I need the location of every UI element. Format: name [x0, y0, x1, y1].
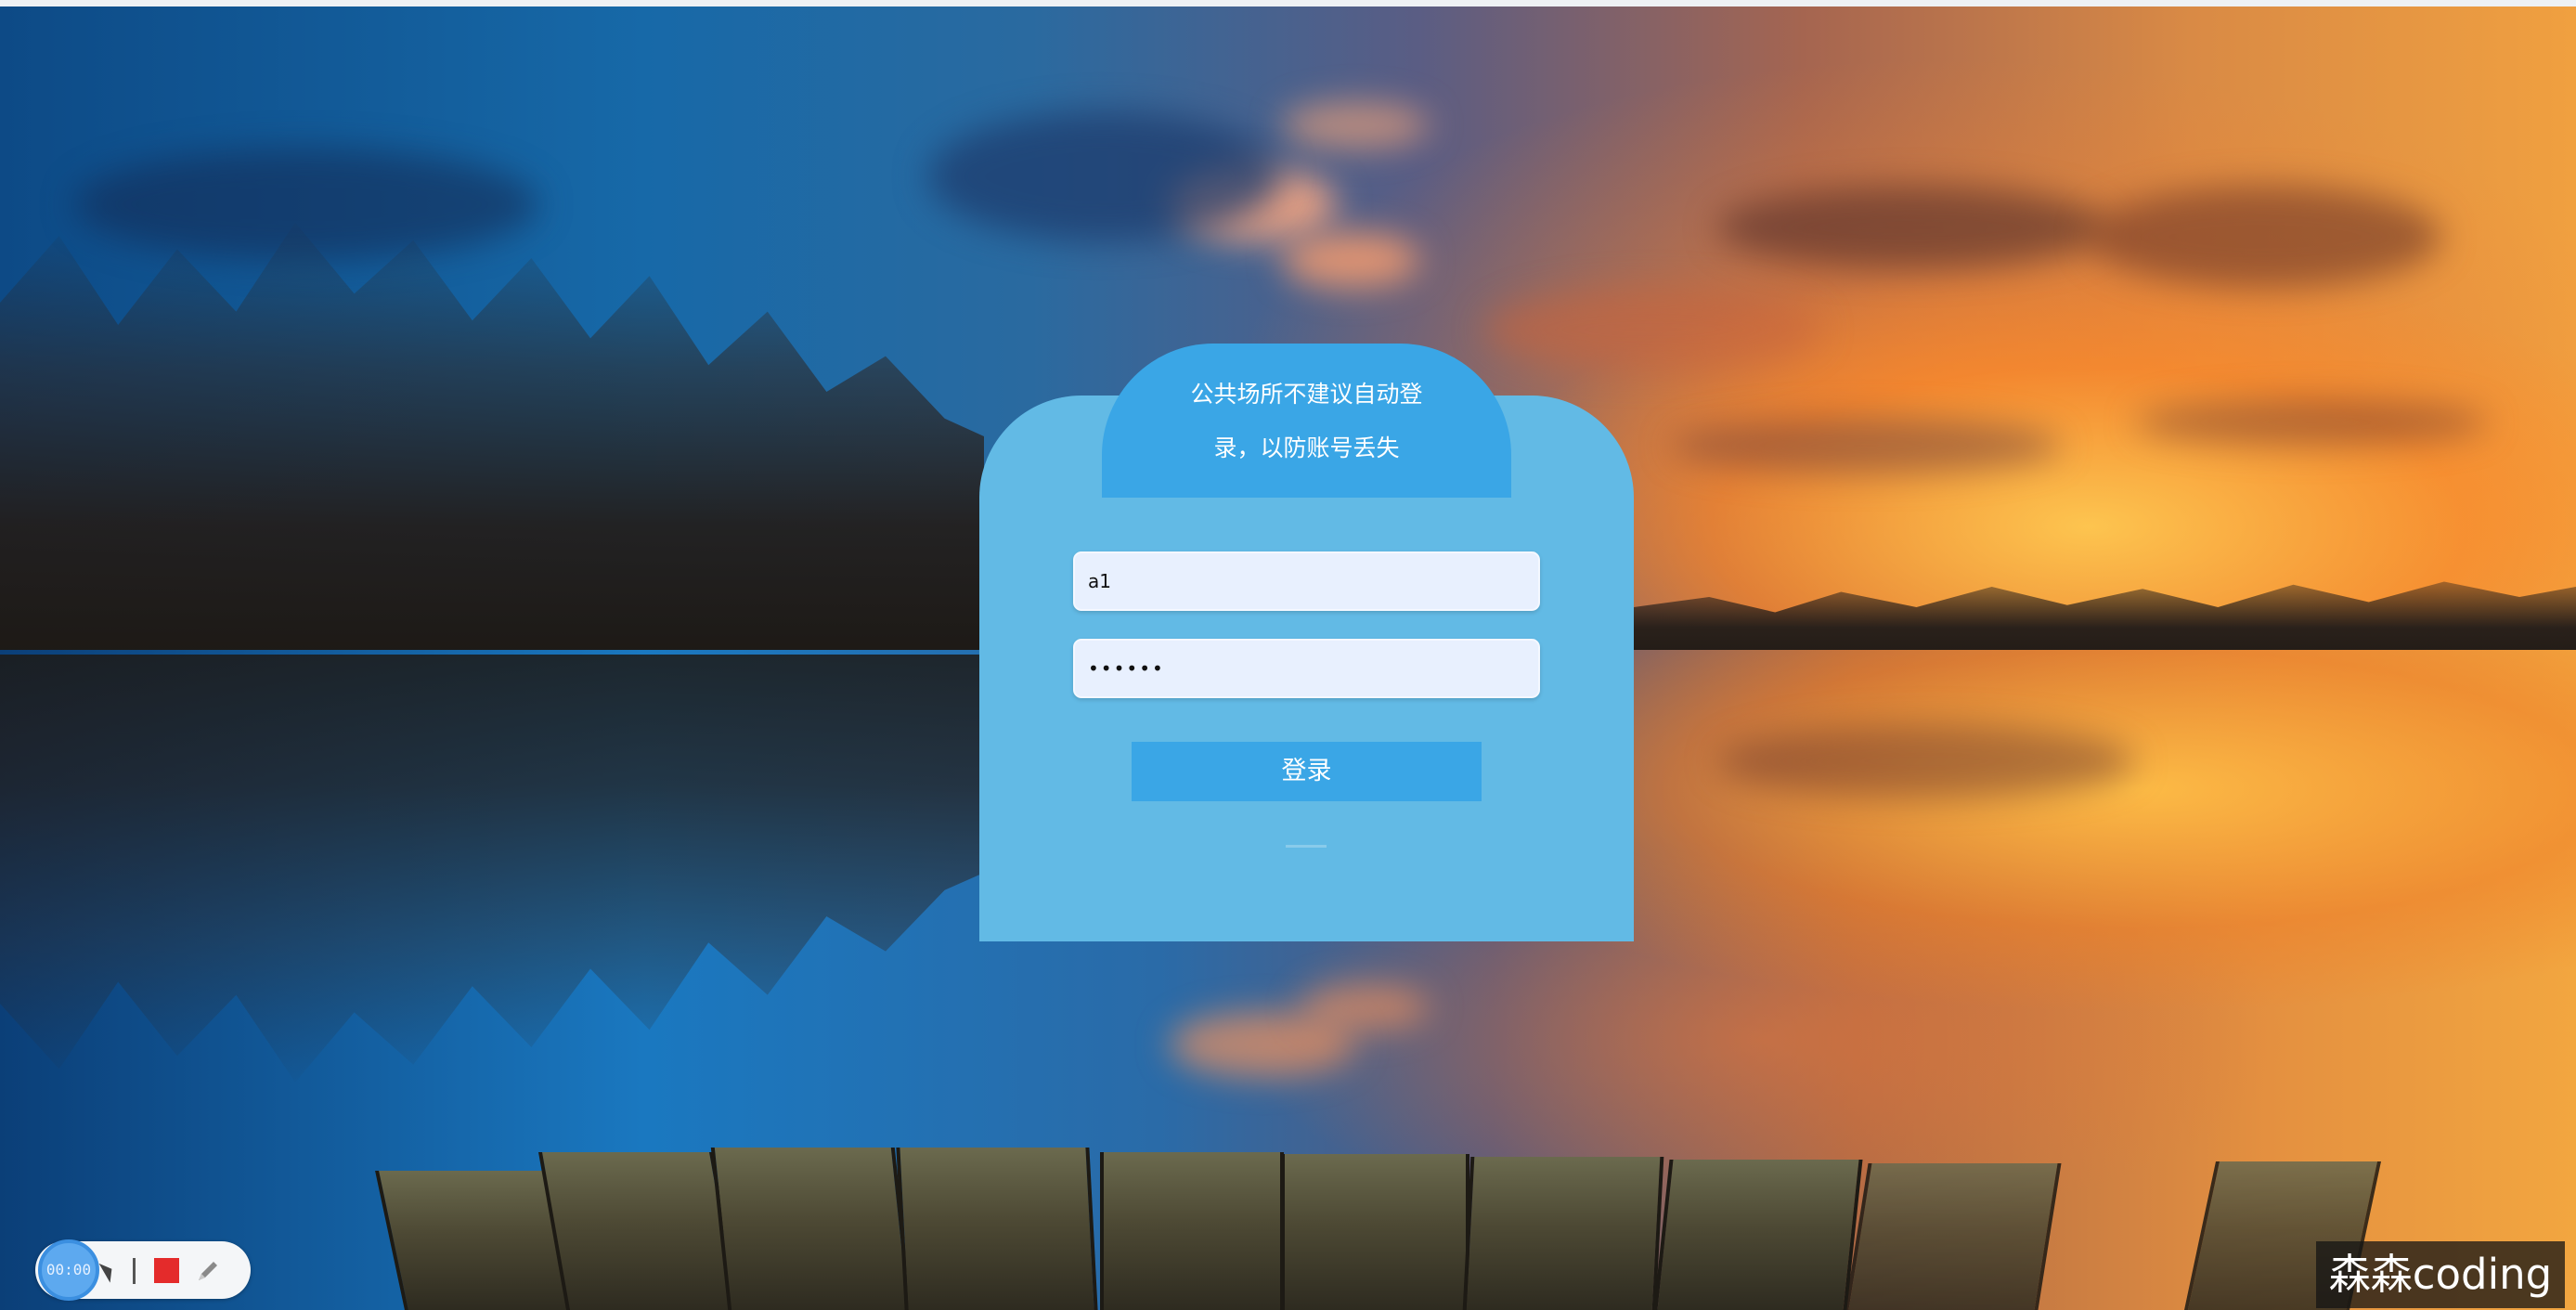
dock-plank [538, 1152, 741, 1310]
cursor-icon [98, 1259, 118, 1283]
login-tip-line-2: 录，以防账号丢失 [1213, 435, 1400, 461]
dock-plank [710, 1148, 913, 1310]
dock-plank [1281, 1154, 1469, 1310]
dock-plank [896, 1148, 1098, 1310]
login-tip-line-1: 公共场所不建议自动登 [1190, 381, 1423, 408]
cloud [1485, 288, 1819, 371]
cloud [2135, 399, 2488, 446]
password-input[interactable]: •••••• [1073, 639, 1540, 698]
wooden-dock [353, 1142, 2506, 1310]
cloud [1281, 102, 1430, 149]
screen-recorder-toolbar: 00:00 [35, 1239, 251, 1301]
dock-plank [1100, 1152, 1284, 1310]
login-button[interactable]: 登录 [1132, 742, 1482, 801]
cloud [1281, 232, 1420, 288]
cloud [1717, 186, 2107, 269]
dock-plank [1845, 1163, 2062, 1310]
dock-plank [1653, 1160, 1863, 1310]
cloud [1671, 418, 2061, 473]
dock-plank [1462, 1157, 1664, 1310]
faint-divider [1286, 845, 1327, 848]
pause-icon[interactable] [133, 1258, 136, 1284]
reflection-glow [1717, 724, 2135, 798]
recording-timer[interactable]: 00:00 [38, 1239, 99, 1301]
cloud [928, 111, 1281, 241]
cloud [2089, 186, 2441, 288]
username-input[interactable]: a1 [1073, 551, 1540, 611]
reflection-glow [1300, 984, 1430, 1031]
login-tip-text: 公共场所不建议自动登 录，以防账号丢失 [1142, 368, 1471, 475]
watermark-label: 森森coding [2316, 1241, 2565, 1308]
stop-icon[interactable] [154, 1258, 179, 1283]
browser-top-strip [0, 0, 2576, 6]
pen-icon[interactable] [193, 1256, 223, 1286]
